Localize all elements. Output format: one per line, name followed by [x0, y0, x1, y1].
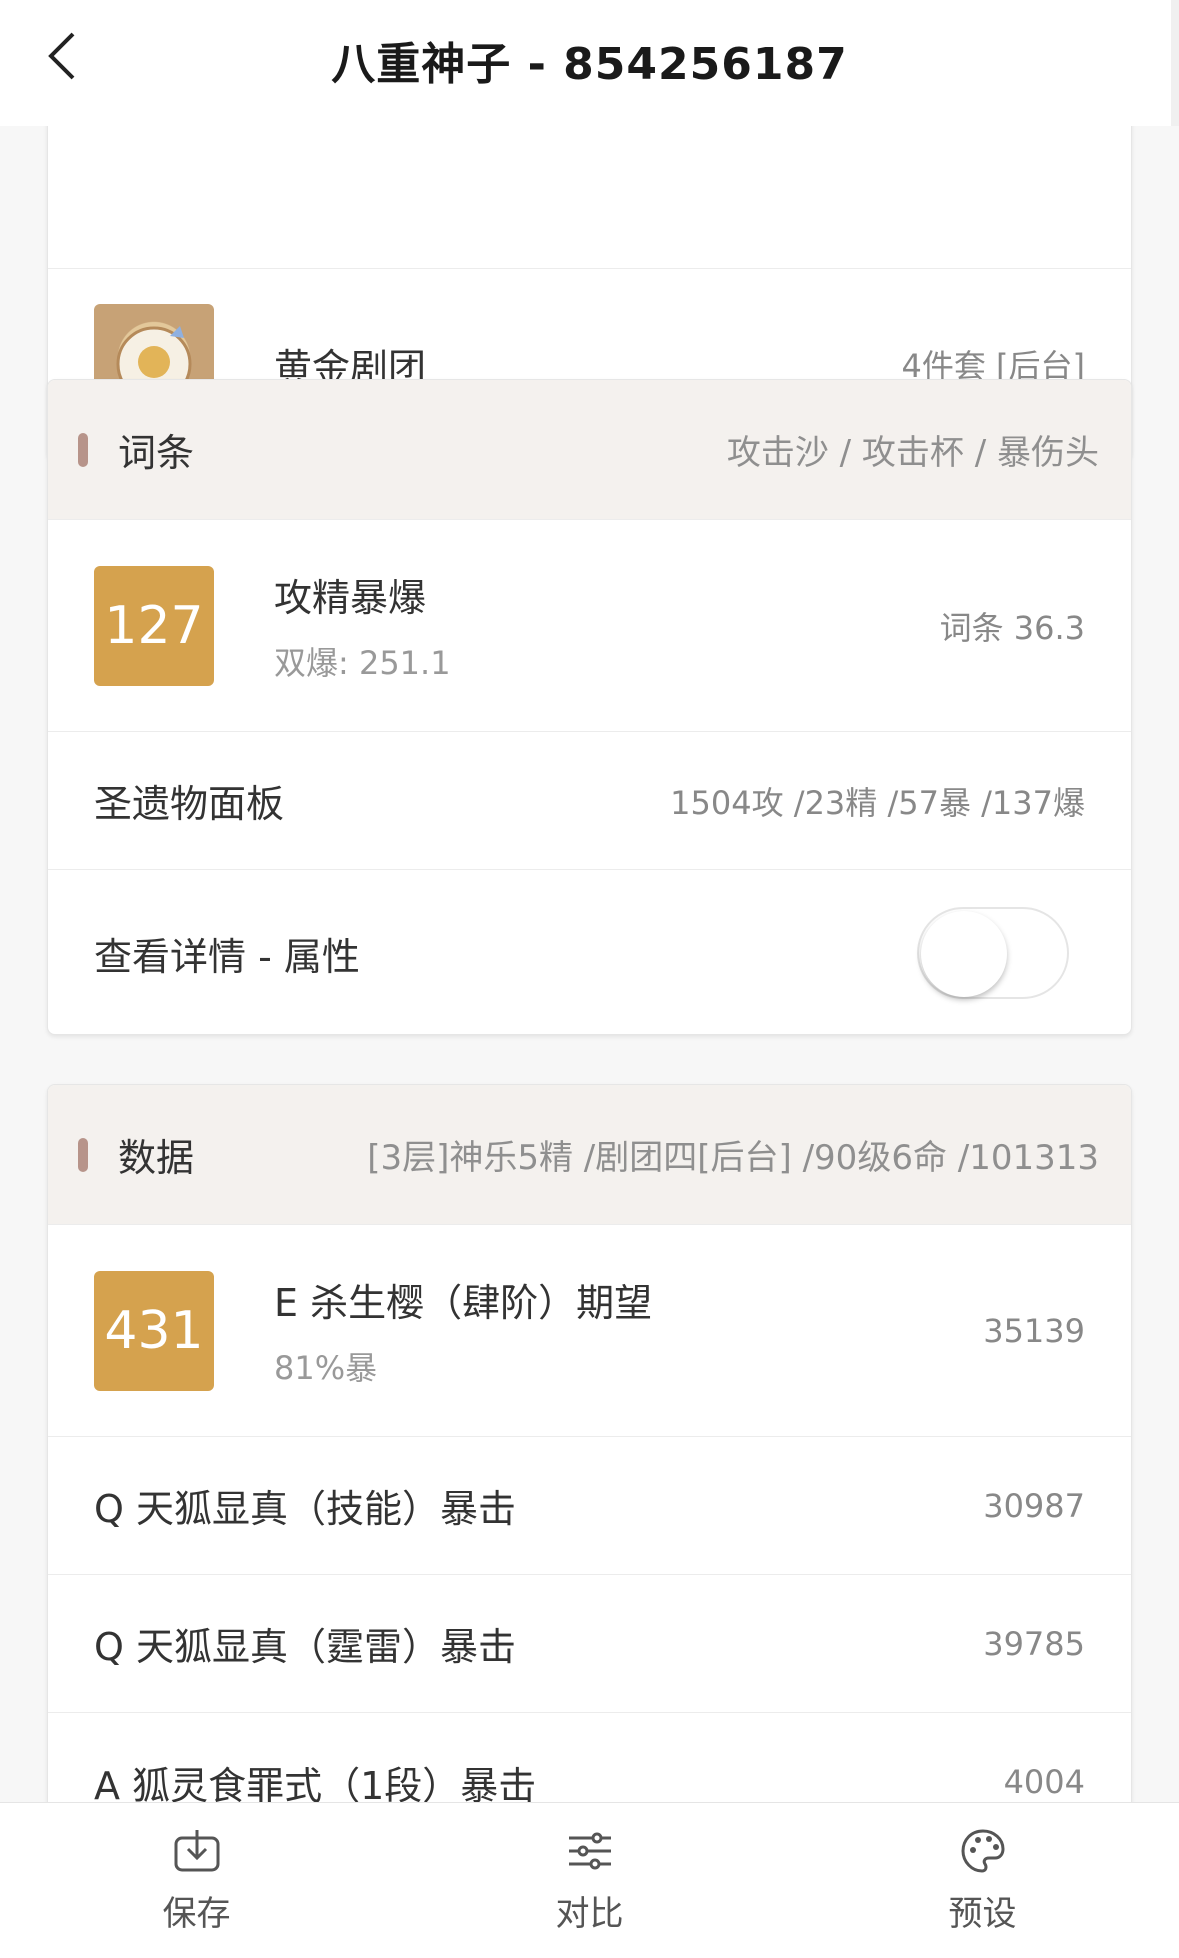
- data-text: E 杀生樱（肆阶）期望 81%暴: [274, 1272, 652, 1389]
- content[interactable]: 黄金剧团 4件套 [后台] 词条 攻击沙 / 攻击杯 / 暴伤头 127 攻精暴…: [0, 126, 1179, 1802]
- toggle-knob: [921, 911, 1007, 997]
- substats-title: 词条: [118, 431, 195, 475]
- artifact-panel-row[interactable]: 圣遗物面板 1504攻 /23精 /57暴 /137爆: [48, 732, 1131, 870]
- palette-icon: [960, 1829, 1005, 1873]
- damage-label: A 狐灵食罪式（1段）暴击: [94, 1763, 537, 1803]
- sliders-icon: [568, 1832, 611, 1870]
- artifact-panel-value: 1504攻 /23精 /57暴 /137爆: [670, 783, 1085, 822]
- top-bar: 八重神子 - 854256187: [0, 0, 1179, 126]
- section-accent-bar: [78, 432, 88, 467]
- section-accent-bar: [78, 1137, 88, 1172]
- chevron-left-icon: [48, 32, 75, 80]
- substats-text: 攻精暴爆 双爆: 251.1: [274, 567, 451, 684]
- damage-label: Q 天狐显真（霆雷）暴击: [94, 1625, 516, 1669]
- substats-header: 词条 攻击沙 / 攻击杯 / 暴伤头: [48, 380, 1131, 520]
- damage-row[interactable]: Q 天狐显真（技能）暴击 30987: [48, 1437, 1131, 1575]
- data-meta: [3层]神乐5精 /剧团四[后台] /90级6命 /101313: [367, 1138, 1099, 1178]
- substats-value: 词条 36.3: [939, 608, 1085, 647]
- substats-summary-row[interactable]: 127 攻精暴爆 双爆: 251.1 词条 36.3: [48, 520, 1131, 732]
- substats-card: 词条 攻击沙 / 攻击杯 / 暴伤头 127 攻精暴爆 双爆: 251.1 词条…: [47, 379, 1132, 1035]
- damage-row[interactable]: A 狐灵食罪式（1段）暴击 4004: [48, 1713, 1131, 1802]
- bottom-tab-bar: 保存 对比 预设: [0, 1802, 1179, 1958]
- damage-value: 4004: [1003, 1763, 1085, 1801]
- data-title: 数据: [118, 1136, 195, 1180]
- page-title: 八重神子 - 854256187: [331, 39, 848, 90]
- detail-toggle-row: 查看详情 - 属性: [48, 870, 1131, 1034]
- tab-preset[interactable]: 预设: [786, 1803, 1179, 1958]
- damage-value: 30987: [983, 1486, 1085, 1525]
- substats-sub: 双爆: 251.1: [274, 644, 451, 682]
- artifact-panel-label: 圣遗物面板: [94, 782, 285, 826]
- data-score-badge: 431: [94, 1270, 214, 1391]
- data-header: 数据 [3层]神乐5精 /剧团四[后台] /90级6命 /101313: [48, 1085, 1131, 1225]
- damage-value: 39785: [983, 1624, 1085, 1663]
- substats-score-badge: 127: [94, 565, 214, 686]
- tab-compare[interactable]: 对比: [393, 1803, 786, 1958]
- tab-save[interactable]: 保存: [0, 1803, 393, 1958]
- data-value: 35139: [983, 1311, 1085, 1350]
- detail-toggle[interactable]: [917, 907, 1069, 999]
- set-top-row: [48, 126, 1131, 269]
- damage-row[interactable]: Q 天狐显真（霆雷）暴击 39785: [48, 1575, 1131, 1713]
- scrollbar[interactable]: [1171, 0, 1179, 126]
- download-icon: [174, 1830, 219, 1872]
- tab-compare-label: 对比: [555, 1894, 624, 1934]
- detail-toggle-label: 查看详情 - 属性: [94, 934, 360, 979]
- data-summary-row[interactable]: 431 E 杀生樱（肆阶）期望 81%暴 35139: [48, 1225, 1131, 1437]
- substats-meta: 攻击沙 / 攻击杯 / 暴伤头: [726, 433, 1099, 473]
- tab-save-label: 保存: [162, 1894, 231, 1934]
- data-sub: 81%暴: [274, 1349, 378, 1387]
- data-card: 数据 [3层]神乐5精 /剧团四[后台] /90级6命 /101313 431 …: [47, 1084, 1132, 1802]
- damage-label: Q 天狐显真（技能）暴击: [94, 1487, 516, 1531]
- substats-name: 攻精暴爆: [274, 576, 427, 620]
- data-name: E 杀生樱（肆阶）期望: [274, 1281, 653, 1325]
- back-button[interactable]: [40, 26, 84, 86]
- tab-preset-label: 预设: [948, 1894, 1017, 1934]
